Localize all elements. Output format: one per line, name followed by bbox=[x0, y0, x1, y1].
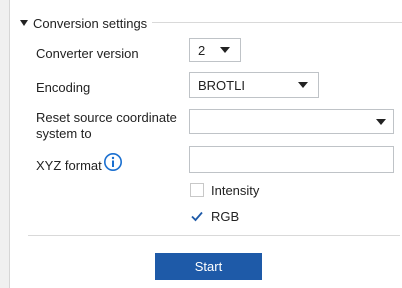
section-title: Conversion settings bbox=[33, 15, 148, 31]
reset-source-select[interactable] bbox=[189, 109, 394, 134]
reset-source-label-line1: Reset source coordinate bbox=[36, 110, 177, 125]
xyz-format-input[interactable] bbox=[189, 146, 394, 173]
intensity-checkbox[interactable] bbox=[190, 183, 204, 197]
reset-source-label-line2: system to bbox=[36, 126, 92, 141]
encoding-select[interactable]: BROTLI bbox=[189, 72, 319, 98]
left-rail bbox=[0, 0, 10, 288]
start-button[interactable]: Start bbox=[155, 253, 262, 280]
xyz-format-label: XYZ format bbox=[36, 158, 102, 173]
rgb-checkbox-row[interactable]: RGB bbox=[190, 207, 239, 225]
caret-down-icon[interactable] bbox=[20, 20, 28, 26]
encoding-value: BROTLI bbox=[198, 77, 245, 93]
section-header-divider bbox=[152, 22, 402, 23]
rgb-label: RGB bbox=[211, 208, 240, 224]
conversion-settings-header[interactable]: Conversion settings bbox=[20, 14, 147, 32]
dropdown-arrow-icon bbox=[376, 118, 386, 125]
intensity-checkbox-row[interactable]: Intensity bbox=[190, 181, 259, 199]
converter-version-value: 2 bbox=[198, 42, 206, 58]
dropdown-arrow-icon bbox=[220, 47, 230, 53]
info-icon[interactable] bbox=[103, 152, 123, 172]
footer-divider bbox=[28, 235, 400, 236]
checkmark-icon bbox=[191, 211, 203, 222]
dropdown-arrow-icon bbox=[298, 82, 308, 88]
converter-version-select[interactable]: 2 bbox=[189, 38, 241, 62]
converter-version-label: Converter version bbox=[36, 46, 139, 61]
rgb-checkbox[interactable] bbox=[190, 209, 204, 223]
encoding-label: Encoding bbox=[36, 80, 91, 95]
intensity-label: Intensity bbox=[211, 182, 260, 198]
